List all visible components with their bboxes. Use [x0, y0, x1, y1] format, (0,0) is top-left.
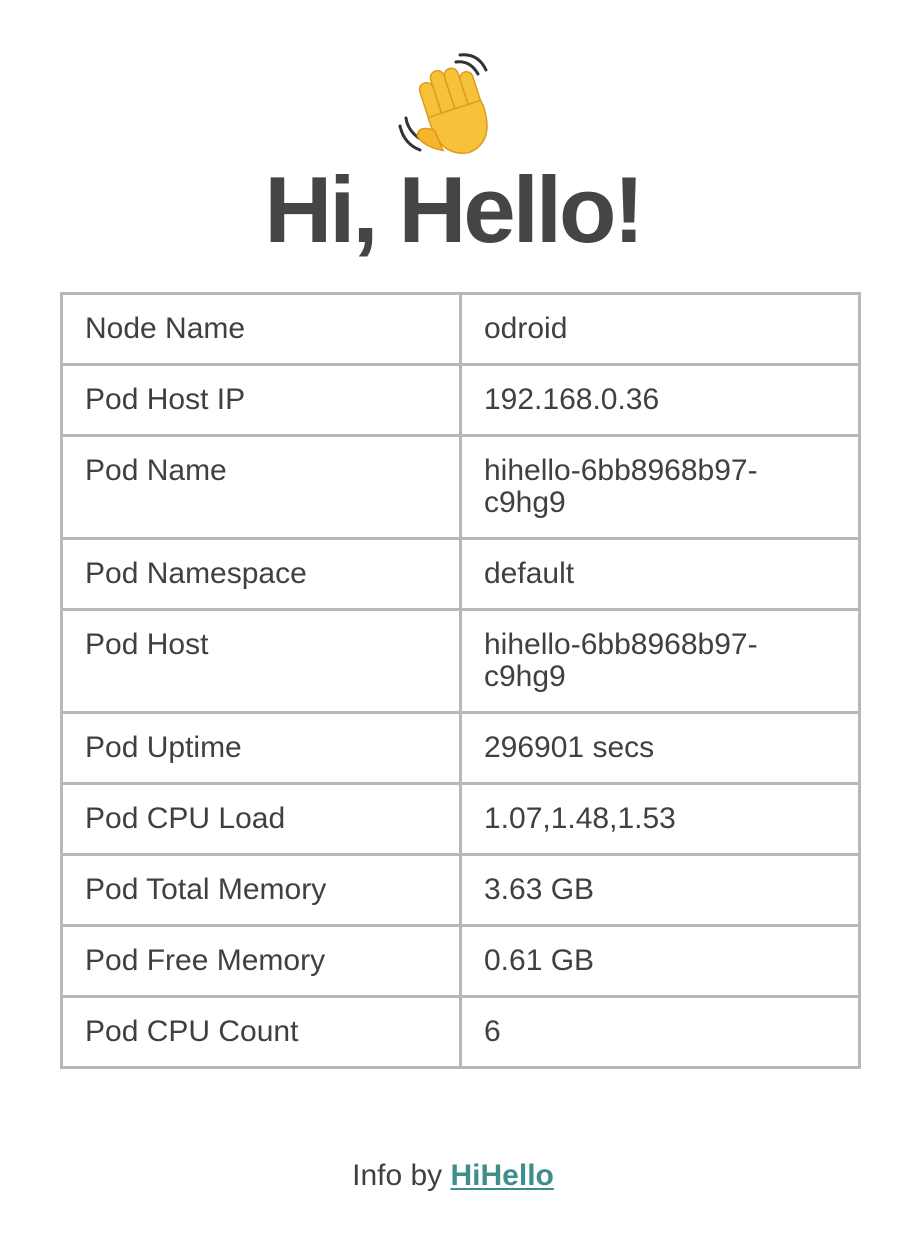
table-row: Pod Host hihello-6bb8968b97-c9hg9: [60, 608, 861, 714]
row-value: 3.63 GB: [459, 853, 861, 927]
row-value: 0.61 GB: [459, 924, 861, 998]
row-label: Pod Namespace: [60, 537, 462, 611]
row-value: hihello-6bb8968b97-c9hg9: [459, 608, 861, 714]
row-value: default: [459, 537, 861, 611]
table-row: Pod Uptime 296901 secs: [60, 711, 861, 785]
footer: Info by HiHello: [0, 1158, 906, 1194]
row-label: Pod Free Memory: [60, 924, 462, 998]
table-row: Pod Name hihello-6bb8968b97-c9hg9: [60, 434, 861, 540]
row-value: hihello-6bb8968b97-c9hg9: [459, 434, 861, 540]
row-value: odroid: [459, 292, 861, 366]
row-label: Pod Host: [60, 608, 462, 714]
table-row: Node Name odroid: [60, 292, 861, 366]
table-row: Pod Free Memory 0.61 GB: [60, 924, 861, 998]
row-label: Pod CPU Count: [60, 995, 462, 1069]
row-label: Pod Name: [60, 434, 462, 540]
info-table: Node Name odroid Pod Host IP 192.168.0.3…: [60, 292, 861, 1069]
row-label: Pod Host IP: [60, 363, 462, 437]
table-row: Pod Namespace default: [60, 537, 861, 611]
table-row: Pod Total Memory 3.63 GB: [60, 853, 861, 927]
row-value: 296901 secs: [459, 711, 861, 785]
row-label: Node Name: [60, 292, 462, 366]
waving-hand-icon: [398, 53, 488, 154]
table-row: Pod Host IP 192.168.0.36: [60, 363, 861, 437]
row-label: Pod CPU Load: [60, 782, 462, 856]
row-value: 192.168.0.36: [459, 363, 861, 437]
table-row: Pod CPU Count 6: [60, 995, 861, 1069]
footer-prefix: Info by: [352, 1159, 443, 1192]
row-label: Pod Total Memory: [60, 853, 462, 927]
page-title: Hi, Hello!: [264, 157, 644, 262]
row-value: 1.07,1.48,1.53: [459, 782, 861, 856]
table-row: Pod CPU Load 1.07,1.48,1.53: [60, 782, 861, 856]
emoji-container: [0, 52, 906, 164]
hihello-link[interactable]: HiHello: [451, 1159, 554, 1192]
page: Hi, Hello! Node Name odroid Pod Host IP …: [0, 0, 906, 1258]
row-label: Pod Uptime: [60, 711, 462, 785]
row-value: 6: [459, 995, 861, 1069]
